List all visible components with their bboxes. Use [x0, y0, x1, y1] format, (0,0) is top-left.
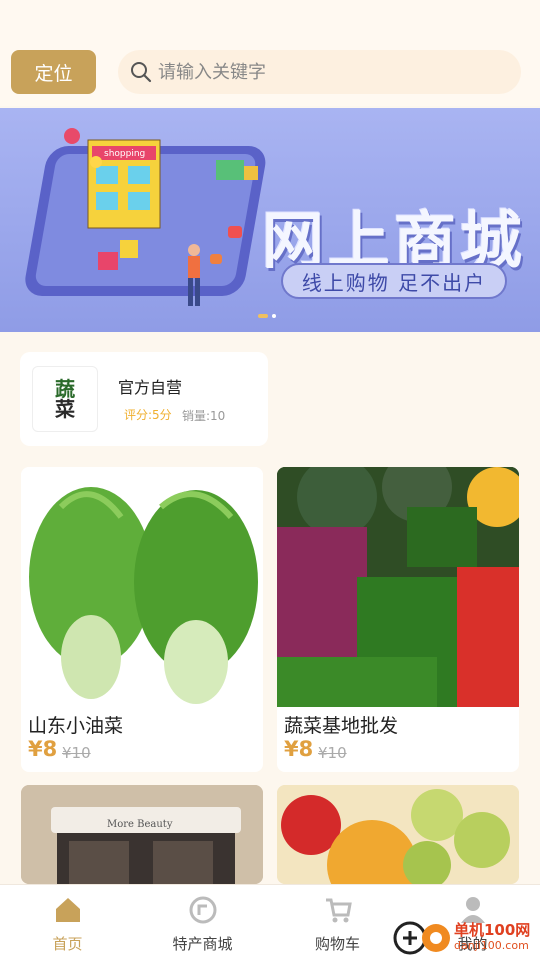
search-input[interactable] [158, 61, 498, 83]
shop-logo-text-1: 蔬 [55, 377, 75, 401]
product-image [277, 467, 519, 707]
product-name: 蔬菜基地批发 [284, 715, 399, 737]
tab-home[interactable]: 首页 [0, 885, 135, 960]
product-original-price: ¥10 [62, 744, 91, 762]
carousel-indicator [258, 314, 276, 318]
carousel-dot [272, 314, 276, 318]
watermark-logo-icon [393, 921, 450, 955]
watermark: 单机100网 danji100.com [392, 918, 530, 958]
tab-specialty-store[interactable]: 特产商城 [135, 885, 270, 960]
watermark-text: 单机100网 danji100.com [454, 922, 530, 954]
home-icon [55, 898, 80, 922]
product-name: 山东小油菜 [28, 715, 124, 737]
search-icon [131, 62, 152, 83]
shop-name: 官方自营 [118, 378, 183, 397]
shop-sales: 销量:10 [182, 409, 226, 423]
banner-illustration: shopping [25, 128, 266, 306]
product-card[interactable] [277, 785, 519, 884]
banner-subtitle: 线上购物 足不出户 [281, 263, 507, 299]
tab-label: 购物车 [314, 935, 360, 953]
watermark-line-2: danji100.com [454, 939, 529, 952]
banner-badge-text: shopping [104, 149, 145, 159]
store-sign-text: More Beauty [107, 819, 173, 830]
product-price: ¥8 [284, 737, 314, 761]
product-image [277, 785, 519, 884]
cart-icon [325, 898, 352, 923]
search-bar[interactable] [118, 50, 521, 94]
tab-label: 特产商城 [172, 935, 233, 953]
product-image: More Beauty [21, 785, 263, 884]
product-card[interactable]: More Beauty [21, 785, 263, 884]
product-price: ¥8 [28, 737, 58, 761]
product-image [21, 467, 263, 707]
product-card[interactable]: 蔬菜基地批发 ¥8 ¥10 [277, 467, 519, 772]
store-icon [189, 896, 216, 924]
top-bar: 定位 [0, 0, 540, 106]
shop-logo-text-2: 菜 [55, 397, 75, 421]
product-original-price: ¥10 [318, 744, 347, 762]
location-button[interactable]: 定位 [11, 50, 96, 94]
product-card[interactable]: 山东小油菜 ¥8 ¥10 [21, 467, 263, 772]
tab-label: 首页 [52, 935, 83, 953]
watermark-line-1: 单机100网 [454, 921, 531, 939]
shop-card[interactable]: 蔬 菜 官方自营 评分:5分 销量:10 [20, 352, 268, 446]
carousel-dot-active [258, 314, 268, 318]
tab-cart[interactable]: 购物车 [270, 885, 405, 960]
shop-logo: 蔬 菜 [32, 366, 98, 432]
promo-banner[interactable]: shopping 网上商城 线上购物 足不出户 [0, 108, 540, 332]
shop-score: 评分:5分 [124, 408, 172, 422]
